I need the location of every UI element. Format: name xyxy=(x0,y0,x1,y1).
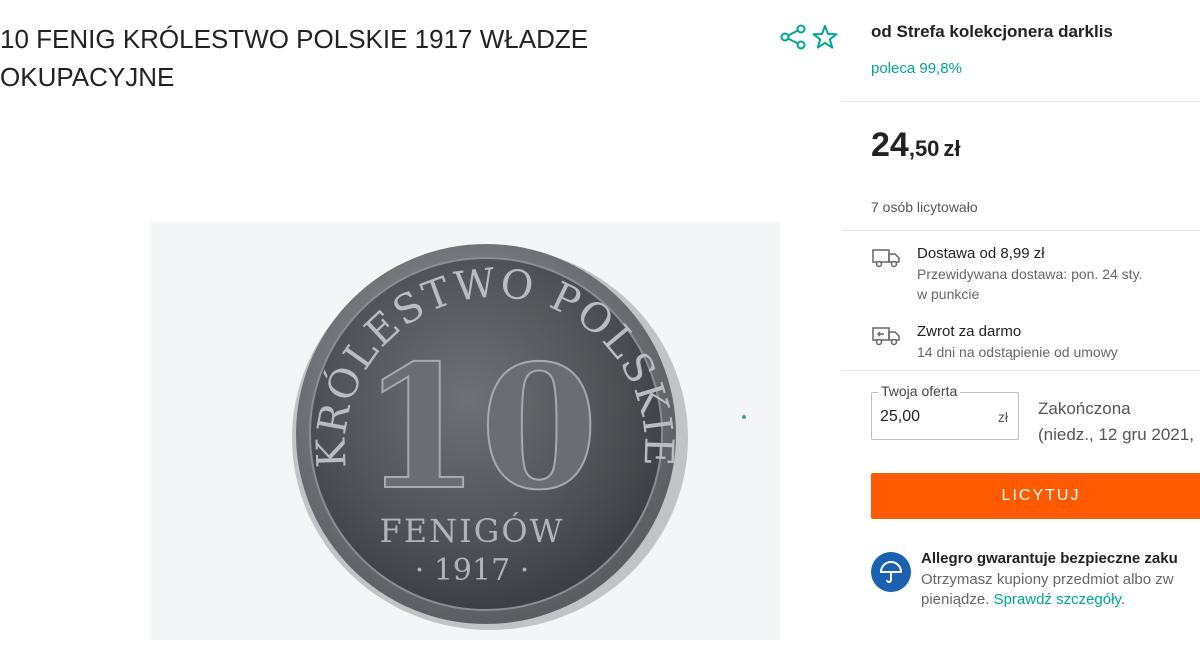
coin-year: · 1917 · xyxy=(415,553,530,588)
product-photo[interactable]: KRÓLESTWO POLSKIE 10 FENIGÓW · 1917 · xyxy=(150,222,780,640)
divider xyxy=(842,370,1200,371)
allegro-guarantee: Allegro gwarantuje bezpieczne zaku Otrzy… xyxy=(871,548,1178,610)
delivery-method: w punkcie xyxy=(917,286,980,302)
seller-rating[interactable]: poleca 99,8% xyxy=(871,60,962,77)
price-currency: zł xyxy=(943,136,961,161)
purchase-panel: od Strefa kolekcjonera darklis poleca 99… xyxy=(842,0,1200,656)
coin-unit: FENIGÓW xyxy=(380,512,565,550)
listing-title: 10 FENIG KRÓLESTWO POLSKIE 1917 WŁADZE O… xyxy=(0,24,589,92)
offer-currency: zł xyxy=(997,409,1008,425)
price-fraction: ,50 xyxy=(908,136,940,161)
title-actions xyxy=(778,22,840,52)
returns-title: Zwrot za darmo xyxy=(917,323,1022,340)
offer-label: Twoja oferta xyxy=(878,383,961,399)
seller-name[interactable]: od Strefa kolekcjonera darklis xyxy=(871,22,1113,42)
auction-end-date: (niedz., 12 gru 2021, xyxy=(1038,425,1194,444)
share-icon[interactable] xyxy=(778,22,808,52)
delivery-info[interactable]: Dostawa od 8,99 zł Przewidywana dostawa:… xyxy=(871,244,1142,304)
guarantee-details-link[interactable]: Sprawdź szczegóły xyxy=(994,591,1121,608)
price: 24,50 zł xyxy=(871,126,961,165)
guarantee-text: Otrzymasz kupiony przedmiot albo zw xyxy=(921,571,1174,588)
bid-button[interactable]: LICYTUJ xyxy=(871,473,1200,519)
umbrella-icon xyxy=(871,552,911,592)
star-icon[interactable] xyxy=(810,22,840,52)
delivery-estimate: Przewidywana dostawa: pon. 24 sty. xyxy=(917,266,1143,282)
price-integer: 24 xyxy=(871,126,909,164)
offer-input[interactable] xyxy=(880,408,980,426)
guarantee-text-2: pieniądze. xyxy=(921,591,994,608)
truck-icon xyxy=(871,246,901,270)
coin-image: KRÓLESTWO POLSKIE 10 FENIGÓW · 1917 · xyxy=(292,244,746,630)
divider xyxy=(842,101,1200,102)
offer-field[interactable]: Twoja oferta zł xyxy=(871,383,1019,440)
returns-info[interactable]: Zwrot za darmo 14 dni na odstąpienie od … xyxy=(871,322,1118,362)
bidders-count[interactable]: 7 osób licytowało xyxy=(871,199,978,215)
auction-ended: Zakończona xyxy=(1038,399,1131,418)
auction-status: Zakończona (niedz., 12 gru 2021, xyxy=(1038,396,1194,448)
return-truck-icon xyxy=(871,324,901,348)
guarantee-title: Allegro gwarantuje bezpieczne zaku xyxy=(921,550,1178,567)
coin-value: 10 xyxy=(362,328,599,528)
delivery-title: Dostawa od 8,99 zł xyxy=(917,245,1045,262)
guarantee-text-end: . xyxy=(1120,591,1126,608)
returns-sub: 14 dni na odstąpienie od umowy xyxy=(917,344,1118,360)
divider xyxy=(842,230,1200,231)
